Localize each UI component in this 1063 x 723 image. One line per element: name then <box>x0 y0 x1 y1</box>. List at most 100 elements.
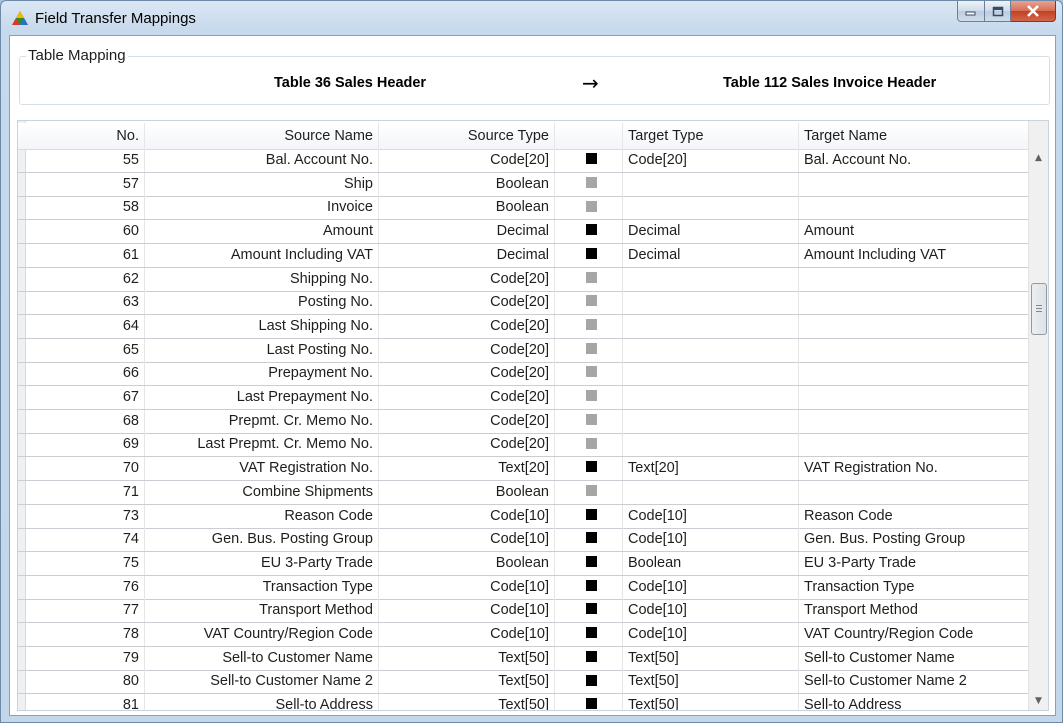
table-row[interactable]: 61 Amount Including VAT Decimal Decimal Amou… <box>18 243 1028 268</box>
cell-target-name[interactable]: EU 3-Party Trade <box>804 552 1028 575</box>
cell-target-name[interactable] <box>804 433 1028 456</box>
cell-target-name[interactable] <box>804 315 1028 338</box>
cell-target-name[interactable]: Amount Including VAT <box>804 244 1028 267</box>
cell-no[interactable]: 60 <box>26 220 145 244</box>
cell-target-name[interactable]: Gen. Bus. Posting Group <box>804 528 1028 551</box>
cell-mapped[interactable] <box>561 291 623 315</box>
cell-no[interactable]: 70 <box>26 457 145 481</box>
cell-target-name[interactable] <box>804 291 1028 314</box>
cell-target-type[interactable]: Code[10] <box>628 599 799 623</box>
cell-mapped[interactable] <box>561 551 623 575</box>
cell-source-name[interactable]: VAT Registration No. <box>150 457 379 481</box>
cell-target-name[interactable]: VAT Registration No. <box>804 457 1028 480</box>
maximize-button[interactable] <box>985 1 1011 22</box>
cell-source-name[interactable]: Bal. Account No. <box>150 149 379 172</box>
cell-target-type[interactable]: Boolean <box>628 551 799 575</box>
table-row[interactable]: 66 Prepayment No. Code[20] <box>18 362 1028 387</box>
cell-target-name[interactable]: Sell-to Customer Name <box>804 647 1028 670</box>
cell-source-type[interactable]: Boolean <box>384 196 555 220</box>
cell-target-type[interactable] <box>628 267 799 291</box>
cell-mapped[interactable] <box>561 338 623 362</box>
cell-source-name[interactable]: Transaction Type <box>150 575 379 599</box>
cell-source-name[interactable]: Posting No. <box>150 291 379 315</box>
table-row[interactable]: 80 Sell-to Customer Name 2 Text[50] Text[50… <box>18 670 1028 695</box>
cell-source-name[interactable]: Sell-to Customer Name <box>150 646 379 670</box>
cell-no[interactable]: 61 <box>26 243 145 267</box>
table-row[interactable]: 70 VAT Registration No. Text[20] Text[20] VA… <box>18 457 1028 482</box>
cell-no[interactable]: 66 <box>26 362 145 386</box>
cell-target-name[interactable]: Reason Code <box>804 505 1028 528</box>
cell-source-name[interactable]: Reason Code <box>150 504 379 528</box>
cell-source-type[interactable]: Boolean <box>384 172 555 196</box>
table-row[interactable]: 79 Sell-to Customer Name Text[50] Text[50] S… <box>18 646 1028 671</box>
cell-source-type[interactable]: Decimal <box>384 220 555 244</box>
cell-target-name[interactable]: Bal. Account No. <box>804 149 1028 172</box>
cell-no[interactable]: 65 <box>26 338 145 362</box>
cell-source-type[interactable]: Text[50] <box>384 694 555 710</box>
cell-mapped[interactable] <box>561 457 623 481</box>
cell-target-type[interactable] <box>628 386 799 409</box>
cell-source-name[interactable]: Last Prepayment No. <box>150 386 379 409</box>
cell-source-name[interactable]: Amount Including VAT <box>150 243 379 267</box>
cell-source-name[interactable]: Sell-to Address <box>150 694 379 710</box>
cell-target-type[interactable] <box>628 172 799 196</box>
minimize-button[interactable] <box>957 1 985 22</box>
cell-source-type[interactable]: Boolean <box>384 551 555 575</box>
cell-mapped[interactable] <box>561 528 623 552</box>
cell-target-type[interactable]: Code[10] <box>628 623 799 646</box>
table-row[interactable]: 76 Transaction Type Code[10] Code[10] Transa… <box>18 575 1028 600</box>
cell-source-type[interactable]: Code[20] <box>384 362 555 386</box>
cell-target-type[interactable]: Code[10] <box>628 504 799 528</box>
cell-target-name[interactable] <box>804 196 1028 219</box>
cell-target-type[interactable] <box>628 362 799 386</box>
cell-no[interactable]: 80 <box>26 670 145 694</box>
cell-no[interactable]: 77 <box>26 599 145 623</box>
cell-target-type[interactable] <box>628 291 799 315</box>
cell-no[interactable]: 64 <box>26 314 145 338</box>
cell-mapped[interactable] <box>561 623 623 646</box>
cell-no[interactable]: 55 <box>26 149 145 172</box>
cell-source-type[interactable]: Text[50] <box>384 670 555 694</box>
table-row[interactable]: 69 Last Prepmt. Cr. Memo No. Code[20] <box>18 433 1028 458</box>
cell-source-name[interactable]: VAT Country/Region Code <box>150 623 379 646</box>
table-row[interactable]: 77 Transport Method Code[10] Code[10] Transp… <box>18 599 1028 624</box>
cell-target-type[interactable] <box>628 314 799 338</box>
cell-target-name[interactable] <box>804 362 1028 385</box>
column-header-source-type[interactable]: Source Type <box>384 123 555 149</box>
cell-target-type[interactable] <box>628 433 799 457</box>
cell-source-name[interactable]: Last Posting No. <box>150 338 379 362</box>
scroll-down-arrow-icon[interactable]: ▼ <box>1029 692 1048 710</box>
table-row[interactable]: 68 Prepmt. Cr. Memo No. Code[20] <box>18 409 1028 434</box>
cell-no[interactable]: 57 <box>26 172 145 196</box>
cell-source-type[interactable]: Code[10] <box>384 623 555 646</box>
cell-source-name[interactable]: Amount <box>150 220 379 244</box>
cell-target-type[interactable]: Text[50] <box>628 670 799 694</box>
cell-mapped[interactable] <box>561 409 623 433</box>
field-mapping-grid[interactable]: No. Source Name Source Type Target Type … <box>17 120 1049 711</box>
cell-source-type[interactable]: Code[20] <box>384 314 555 338</box>
table-row[interactable]: 67 Last Prepayment No. Code[20] <box>18 386 1028 410</box>
cell-source-name[interactable]: Transport Method <box>150 599 379 623</box>
cell-mapped[interactable] <box>561 386 623 409</box>
cell-target-type[interactable]: Decimal <box>628 243 799 267</box>
table-row[interactable]: 60 Amount Decimal Decimal Amount <box>18 220 1028 245</box>
cell-target-name[interactable]: VAT Country/Region Code <box>804 623 1028 646</box>
cell-no[interactable]: 75 <box>26 551 145 575</box>
cell-source-type[interactable]: Code[20] <box>384 338 555 362</box>
cell-target-type[interactable]: Text[20] <box>628 457 799 481</box>
cell-source-name[interactable]: Sell-to Customer Name 2 <box>150 670 379 694</box>
cell-mapped[interactable] <box>561 575 623 599</box>
cell-no[interactable]: 62 <box>26 267 145 291</box>
table-row[interactable]: 57 Ship Boolean <box>18 172 1028 197</box>
cell-mapped[interactable] <box>561 433 623 457</box>
cell-target-name[interactable] <box>804 268 1028 291</box>
vertical-scrollbar[interactable]: ▲ ▼ <box>1028 121 1048 710</box>
cell-target-type[interactable] <box>628 480 799 504</box>
cell-source-type[interactable]: Code[10] <box>384 504 555 528</box>
cell-mapped[interactable] <box>561 149 623 172</box>
table-row[interactable]: 58 Invoice Boolean <box>18 196 1028 221</box>
cell-source-type[interactable]: Text[20] <box>384 457 555 481</box>
cell-source-name[interactable]: Prepmt. Cr. Memo No. <box>150 409 379 433</box>
cell-source-type[interactable]: Code[20] <box>384 409 555 433</box>
cell-no[interactable]: 67 <box>26 386 145 409</box>
